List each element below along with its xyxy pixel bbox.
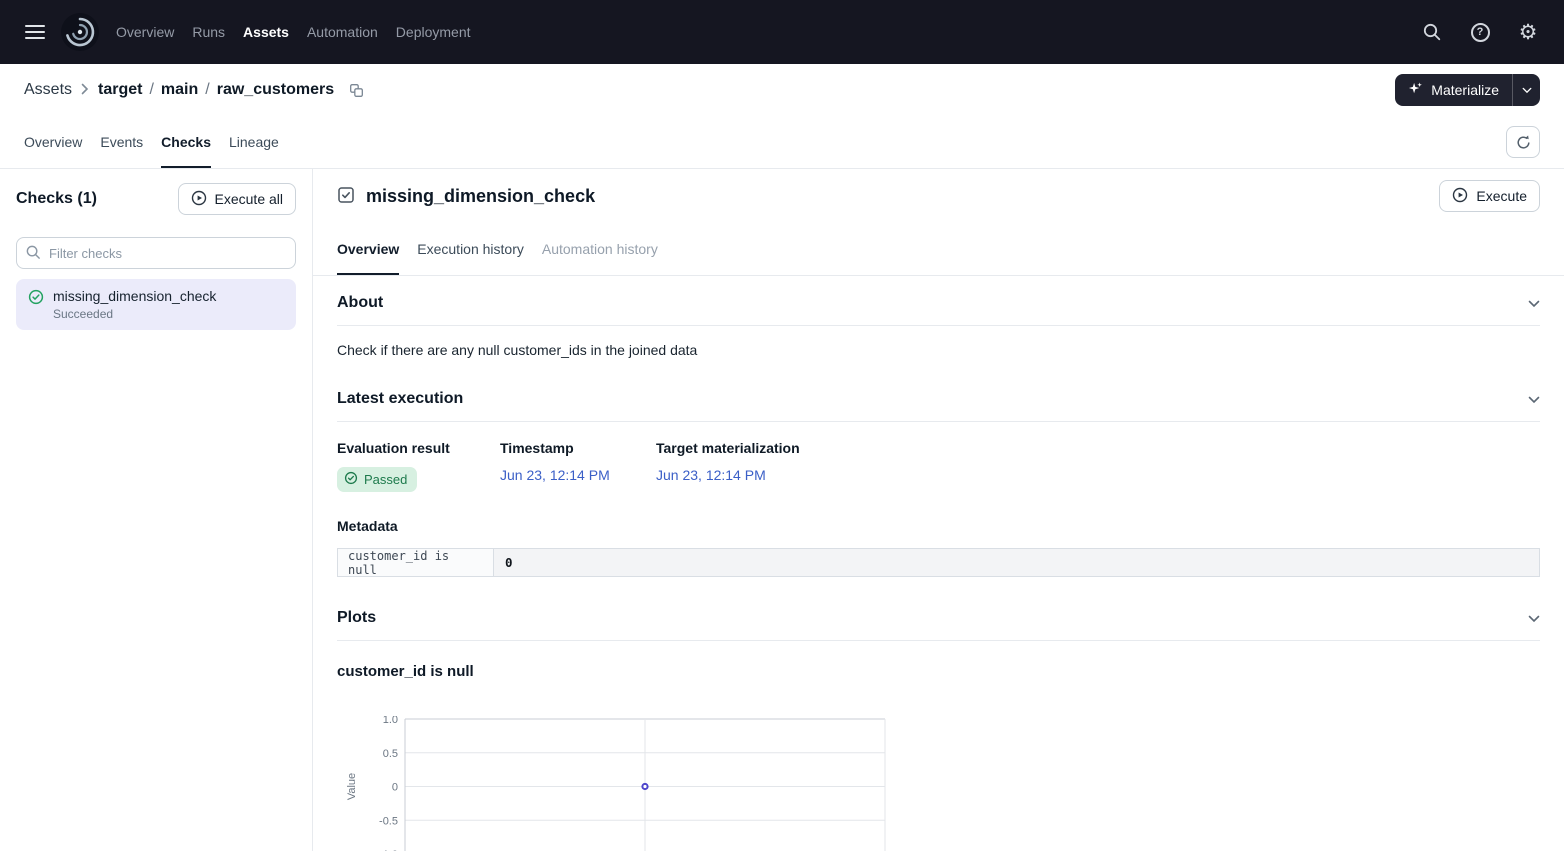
check-plot: 1.00.50-0.5-1.0Jun 23, 12:14 PMJun 23, 1…	[343, 716, 1540, 851]
target-materialization-link[interactable]: Jun 23, 12:14 PM	[656, 467, 766, 483]
nav-item-runs[interactable]: Runs	[192, 20, 225, 44]
latest-execution-section-header[interactable]: Latest execution	[337, 376, 1540, 422]
subtab-execution-history[interactable]: Execution history	[417, 223, 524, 275]
check-title: missing_dimension_check	[366, 186, 595, 207]
check-detail: missing_dimension_check Execute Overview…	[313, 169, 1564, 851]
breadcrumb-chevron-icon	[81, 82, 89, 98]
breadcrumb: target / main / raw_customers	[98, 81, 334, 99]
latest-execution-heading: Latest execution	[337, 390, 463, 408]
refresh-button[interactable]	[1506, 126, 1540, 158]
help-icon[interactable]: ?	[1468, 20, 1492, 44]
hamburger-menu-icon[interactable]	[18, 15, 52, 49]
check-item-name: missing_dimension_check	[53, 288, 216, 304]
metadata-heading: Metadata	[337, 518, 1540, 534]
dagster-logo[interactable]	[60, 12, 100, 52]
settings-gear-icon[interactable]: ⚙	[1516, 20, 1540, 44]
play-circle-icon	[191, 190, 207, 209]
about-heading: About	[337, 294, 383, 312]
plots-heading: Plots	[337, 609, 376, 627]
col-timestamp: Timestamp	[500, 440, 656, 456]
check-list-item[interactable]: missing_dimension_check Succeeded	[16, 279, 296, 330]
checks-panel-title: Checks (1)	[16, 190, 97, 208]
filter-search-icon	[25, 244, 42, 264]
subtab-automation-history[interactable]: Automation history	[542, 223, 658, 275]
nav-item-deployment[interactable]: Deployment	[396, 20, 471, 44]
asset-tabs: Overview Events Checks Lineage	[0, 116, 1564, 169]
execute-all-button[interactable]: Execute all	[178, 183, 296, 215]
breadcrumb-segment-main[interactable]: main	[161, 81, 198, 99]
search-icon[interactable]	[1420, 20, 1444, 44]
breadcrumb-separator: /	[205, 81, 209, 99]
nav-item-automation[interactable]: Automation	[307, 20, 378, 44]
svg-text:Value: Value	[346, 773, 358, 800]
passed-label: Passed	[364, 472, 407, 487]
tab-events[interactable]: Events	[100, 116, 143, 168]
tab-overview[interactable]: Overview	[24, 116, 82, 168]
breadcrumb-segment-raw-customers: raw_customers	[217, 81, 334, 99]
nav-item-assets[interactable]: Assets	[243, 20, 289, 44]
chevron-down-icon[interactable]	[1528, 295, 1540, 311]
asset-check-icon	[337, 186, 355, 207]
svg-text:1.0: 1.0	[383, 716, 398, 726]
metadata-table: customer_id is null 0	[337, 548, 1540, 577]
play-circle-icon	[1452, 187, 1468, 206]
metadata-value: 0	[494, 549, 1539, 576]
plots-section-header[interactable]: Plots	[337, 595, 1540, 641]
check-success-icon	[28, 289, 44, 308]
primary-nav: Overview Runs Assets Automation Deployme…	[116, 20, 471, 44]
svg-text:0.5: 0.5	[383, 748, 398, 760]
badge-check-icon	[344, 471, 358, 488]
tab-lineage[interactable]: Lineage	[229, 116, 279, 168]
top-nav: Overview Runs Assets Automation Deployme…	[0, 0, 1564, 64]
nav-item-overview[interactable]: Overview	[116, 20, 174, 44]
sparkle-icon	[1408, 81, 1423, 99]
col-target-materialization: Target materialization	[656, 440, 800, 456]
refresh-icon	[1515, 134, 1532, 151]
execute-button[interactable]: Execute	[1439, 180, 1540, 212]
materialize-split-button: Materialize	[1395, 74, 1540, 106]
copy-icon[interactable]	[345, 79, 367, 101]
materialize-dropdown-button[interactable]	[1512, 74, 1540, 106]
execute-label: Execute	[1476, 188, 1527, 204]
passed-badge: Passed	[337, 467, 417, 492]
gear-glyph: ⚙	[1519, 22, 1538, 43]
execute-all-label: Execute all	[215, 191, 283, 207]
chevron-down-icon[interactable]	[1528, 391, 1540, 407]
about-section-header[interactable]: About	[337, 280, 1540, 326]
help-glyph: ?	[1477, 26, 1484, 38]
about-description: Check if there are any null customer_ids…	[337, 342, 1540, 358]
check-detail-body: About Check if there are any null custom…	[313, 276, 1564, 851]
svg-text:-0.5: -0.5	[379, 815, 398, 827]
plot-title: customer_id is null	[337, 663, 1540, 680]
checks-panel: Checks (1) Execute all	[0, 169, 313, 851]
breadcrumb-segment-target[interactable]: target	[98, 81, 142, 99]
tab-checks[interactable]: Checks	[161, 116, 211, 168]
breadcrumb-bar: Assets target / main / raw_customers Mat…	[0, 64, 1564, 116]
check-item-status: Succeeded	[53, 307, 216, 321]
subtab-overview[interactable]: Overview	[337, 223, 399, 275]
filter-checks-input[interactable]	[16, 237, 296, 269]
metadata-key: customer_id is null	[338, 549, 494, 576]
breadcrumb-separator: /	[149, 81, 153, 99]
col-evaluation-result: Evaluation result	[337, 440, 500, 456]
materialize-label: Materialize	[1431, 82, 1499, 98]
check-detail-tabs: Overview Execution history Automation hi…	[313, 223, 1564, 276]
latest-execution-summary: Evaluation result Passed	[337, 440, 1540, 492]
svg-text:0: 0	[392, 782, 398, 794]
materialize-button[interactable]: Materialize	[1395, 74, 1512, 106]
breadcrumb-assets-link[interactable]: Assets	[24, 81, 72, 99]
timestamp-link[interactable]: Jun 23, 12:14 PM	[500, 467, 610, 483]
chevron-down-icon[interactable]	[1528, 610, 1540, 626]
